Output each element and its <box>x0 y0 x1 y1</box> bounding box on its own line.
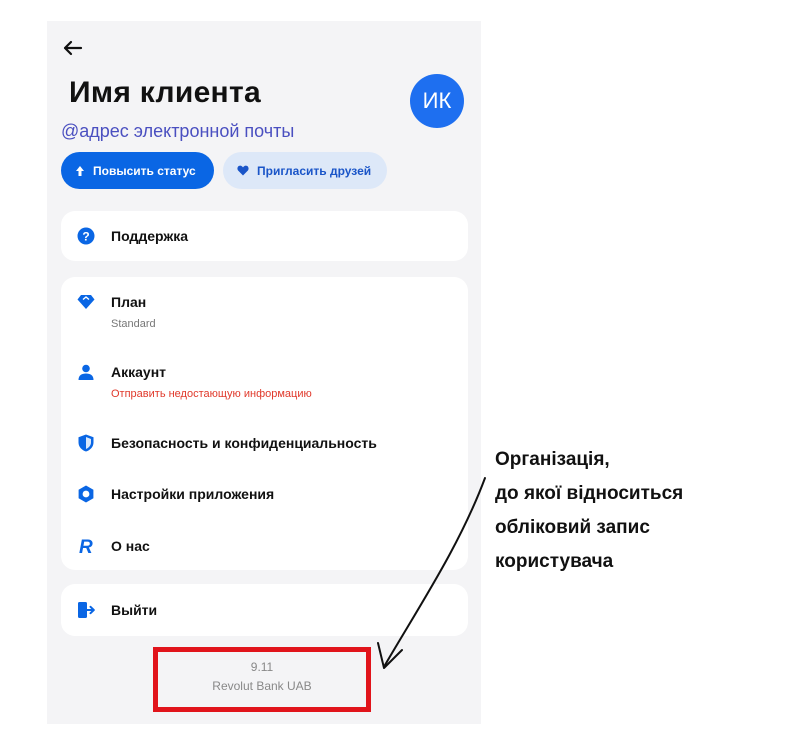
app-version: 9.11 <box>250 660 274 674</box>
svg-text:?: ? <box>82 230 89 244</box>
heart-icon <box>237 165 249 176</box>
menu-item-settings-label: Настройки приложения <box>111 486 275 502</box>
annotation-line-4: користувача <box>495 551 614 572</box>
annotation-line-2: до якої відноситься <box>495 483 684 504</box>
menu-item-security-label: Безопасность и конфиденциальность <box>111 435 377 451</box>
menu-item-support[interactable]: ? Поддержка <box>61 216 468 256</box>
menu-item-account[interactable]: Аккаунт Отправить недостающую информацию <box>61 357 468 407</box>
invite-friends-label: Пригласить друзей <box>257 163 372 178</box>
diamond-icon <box>77 293 95 311</box>
arrow-up-icon <box>76 165 84 176</box>
logout-icon <box>77 601 95 619</box>
annotation-line-1: Організація, <box>495 449 610 470</box>
upgrade-status-button[interactable]: Повысить статус <box>61 152 214 189</box>
app-screen: Имя клиента @адрес электронной почты ИК … <box>47 21 481 724</box>
menu-item-support-label: Поддержка <box>111 228 189 244</box>
support-card: ? Поддержка <box>61 211 468 261</box>
invite-friends-button[interactable]: Пригласить друзей <box>223 152 387 189</box>
shield-icon <box>77 434 95 452</box>
account-warning[interactable]: Отправить недостающую информацию <box>111 388 312 400</box>
upgrade-status-label: Повысить статус <box>93 163 196 178</box>
revolut-logo-icon: R <box>77 537 95 555</box>
help-icon: ? <box>77 227 95 245</box>
company-name: Revolut Bank UAB <box>212 679 312 693</box>
svg-text:R: R <box>79 537 93 555</box>
menu-item-security[interactable]: Безопасность и конфиденциальность <box>61 423 468 463</box>
client-name: Имя клиента <box>69 76 261 109</box>
email-address: @адрес электронной почты <box>61 121 295 141</box>
annotation-text: Організація, до якої відноситься обліков… <box>495 443 683 579</box>
user-icon <box>77 363 95 381</box>
menu-item-plan-label: План <box>111 294 147 310</box>
logout-card: Выйти <box>61 584 468 636</box>
back-arrow-icon[interactable] <box>61 39 83 57</box>
menu-item-logout[interactable]: Выйти <box>61 590 468 630</box>
menu-item-settings[interactable]: Настройки приложения <box>61 474 468 514</box>
avatar[interactable]: ИК <box>410 74 464 128</box>
annotation-line-3: обліковий запис <box>495 517 650 538</box>
gear-icon <box>77 485 95 503</box>
menu-item-logout-label: Выйти <box>111 602 158 618</box>
main-menu-card: План Standard Аккаунт Отправить недостаю… <box>61 277 468 570</box>
menu-item-plan[interactable]: План Standard <box>61 287 468 337</box>
menu-item-about[interactable]: R О нас <box>61 526 468 566</box>
highlight-box: 9.11 Revolut Bank UAB <box>153 647 371 712</box>
menu-item-about-label: О нас <box>111 538 150 554</box>
plan-value: Standard <box>111 318 156 330</box>
menu-item-account-label: Аккаунт <box>111 364 167 380</box>
